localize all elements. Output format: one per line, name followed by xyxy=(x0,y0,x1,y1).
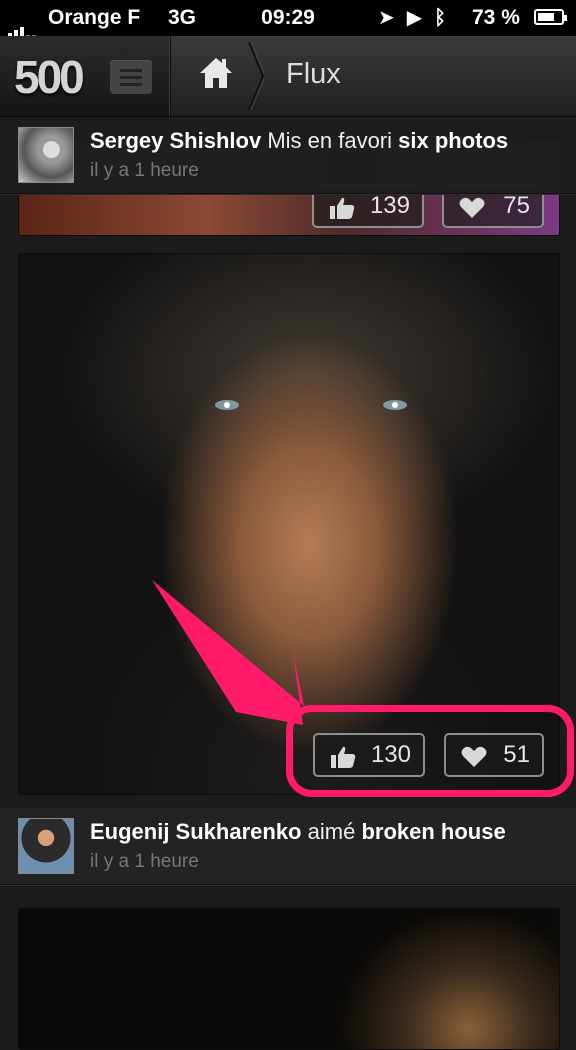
thumbs-up-icon xyxy=(330,197,355,219)
app-logo: 500 xyxy=(14,51,85,103)
feed-item-header[interactable]: Eugenij Sukharenko aimé broken house il … xyxy=(0,808,576,885)
home-button[interactable] xyxy=(180,36,250,116)
feed-photo[interactable] xyxy=(18,908,560,1050)
avatar[interactable] xyxy=(18,818,74,874)
activity-action: aimé xyxy=(307,819,356,844)
feed-activity: Eugenij Sukharenko aimé broken house xyxy=(90,819,506,845)
feed-activity: Sergey Shishlov Mis en favori six photos xyxy=(90,128,508,154)
status-bar: Orange F 3G 09:29 ➤▶ᛒ 73 % xyxy=(0,0,576,38)
location-icon: ➤ xyxy=(378,7,407,29)
page-title: Flux xyxy=(286,58,341,90)
activity-action: Mis en favori xyxy=(267,128,393,153)
battery-icon xyxy=(534,9,567,25)
heart-icon xyxy=(459,197,485,218)
annotation-highlight xyxy=(286,705,574,797)
user-name[interactable]: Eugenij Sukharenko xyxy=(90,819,302,844)
battery-percent: 73 % xyxy=(472,6,520,29)
user-name[interactable]: Sergey Shishlov xyxy=(90,128,261,153)
status-icons: ➤▶ᛒ xyxy=(378,5,458,30)
bluetooth-icon: ᛒ xyxy=(434,7,459,29)
nav-bar: 500 Flux xyxy=(0,36,576,117)
timestamp: il y a 1 heure xyxy=(90,160,199,181)
feed-item-header[interactable]: Sergey Shishlov Mis en favori six photos… xyxy=(0,117,576,194)
activity-object[interactable]: broken house xyxy=(361,819,505,844)
activity-object[interactable]: six photos xyxy=(398,128,508,153)
home-icon xyxy=(200,58,232,88)
logo-menu-button[interactable]: 500 xyxy=(0,36,171,116)
timestamp: il y a 1 heure xyxy=(90,851,199,872)
menu-icon xyxy=(110,60,152,94)
photo-detail xyxy=(215,400,239,410)
play-icon: ▶ xyxy=(406,7,435,29)
breadcrumb-chevron-icon xyxy=(248,42,264,110)
photo-detail xyxy=(383,400,407,410)
avatar[interactable] xyxy=(18,127,74,183)
